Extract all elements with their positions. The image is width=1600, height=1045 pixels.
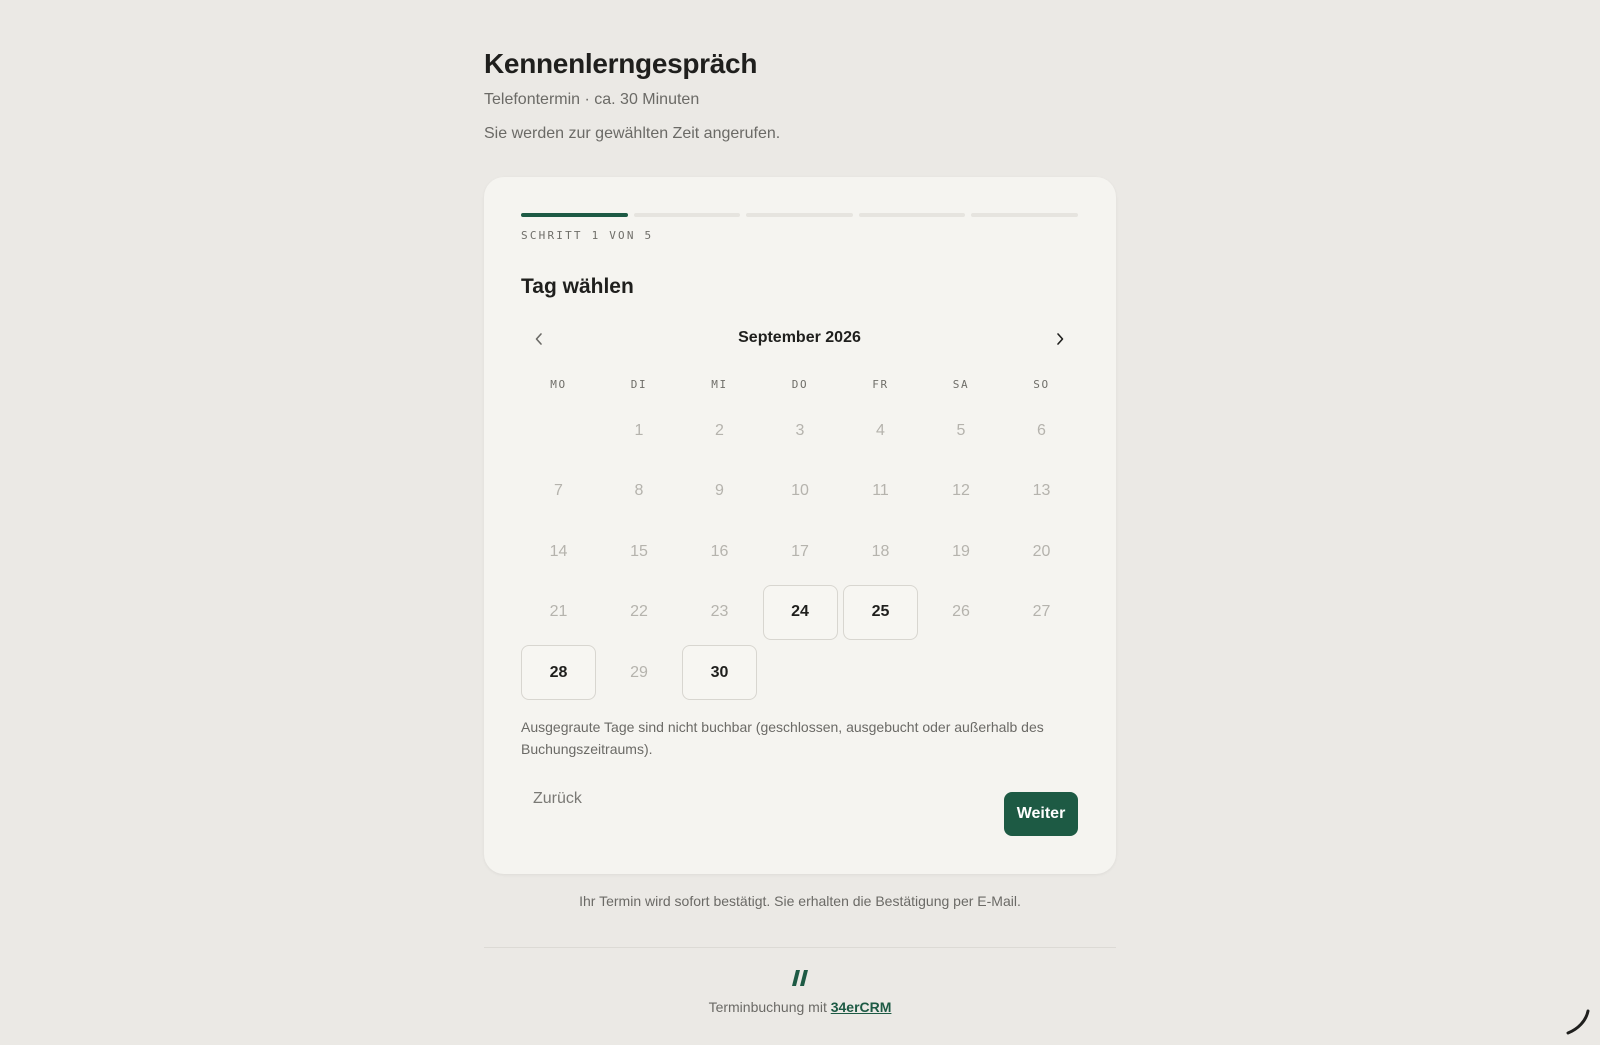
footer-brand-link[interactable]: 34erCRM (831, 999, 892, 1015)
progress-bar (521, 213, 1078, 217)
day-cell-disabled: 23 (710, 603, 729, 620)
day-cell-disabled: 4 (876, 421, 885, 439)
footer-divider (484, 947, 1116, 948)
appointment-meta: Telefontermin · ca. 30 Minuten (484, 91, 700, 108)
progress-segment (521, 213, 628, 217)
calendar-hint: Ausgegraute Tage sind nicht buchbar (ges… (521, 719, 1044, 757)
confirmation-note: Ihr Termin wird sofort bestätigt. Sie er… (579, 893, 1021, 909)
day-cell-disabled: 13 (1032, 482, 1051, 499)
day-cell-disabled: 5 (956, 421, 966, 439)
day-cell-disabled: 14 (549, 542, 568, 560)
day-cell-disabled: 20 (1032, 542, 1051, 560)
next-button[interactable]: Weiter (1004, 792, 1078, 836)
day-cell-available[interactable]: 28 (521, 645, 596, 700)
day-cell-disabled: 11 (872, 482, 889, 499)
day-cell-disabled: 6 (1037, 421, 1046, 439)
appointment-description: Sie werden zur gewählten Zeit angerufen. (484, 125, 781, 142)
progress-segment (633, 213, 741, 217)
day-cell-disabled: 19 (952, 542, 970, 560)
day-cell-disabled: 7 (554, 482, 563, 499)
day-cell-disabled: 29 (630, 663, 648, 681)
weekday-label: SO (1033, 378, 1050, 391)
day-cell-disabled: 17 (791, 542, 809, 560)
page-title: Kennenlerngespräch (484, 48, 758, 79)
weekday-label: DO (791, 378, 809, 391)
day-cell-disabled: 3 (795, 421, 805, 439)
next-month-button[interactable] (1042, 325, 1078, 353)
day-cell-disabled: 10 (791, 482, 809, 499)
day-cell-available[interactable]: 24 (762, 584, 838, 640)
day-cell-disabled: 16 (710, 542, 729, 560)
progress-segment (971, 213, 1078, 217)
day-cell-disabled: 18 (871, 542, 890, 560)
footer-prefix: Terminbuchung mit (708, 999, 827, 1015)
weekday-label: MO (550, 378, 567, 391)
day-cell-disabled: 15 (630, 542, 648, 560)
day-cell-disabled: 27 (1032, 603, 1051, 620)
calendar-grid: 1 2 3 4 5 6 7 8 9 10 11 12 13 14 15 16 17 18 19 20 21 22 23 24 2… (521, 403, 1081, 700)
day-cell-disabled: 21 (549, 603, 568, 620)
progress-segment (746, 213, 853, 217)
section-title: Tag wählen (521, 275, 634, 298)
weekday-label: FR (872, 378, 889, 391)
day-cell-available[interactable]: 30 (682, 645, 757, 700)
day-cell-disabled: 26 (952, 603, 970, 620)
footer-credit: Terminbuchung mit 34erCRM (484, 999, 1116, 1015)
back-button[interactable]: Zurück (521, 781, 594, 817)
booking-card: SCHRITT 1 VON 5 Tag wählen September 202… (484, 177, 1116, 874)
day-cell-disabled: 9 (715, 482, 724, 499)
weekday-header: MO DI MI DO FR SA SO (521, 378, 1081, 391)
day-cell-disabled: 2 (715, 421, 724, 439)
loading-spinner-icon (1566, 1009, 1590, 1035)
chevron-right-icon (1057, 333, 1064, 345)
step-label: SCHRITT 1 VON 5 (521, 229, 654, 242)
weekday-label: MI (711, 378, 728, 391)
day-cell-disabled: 12 (952, 482, 970, 499)
progress-segment (858, 213, 966, 217)
brand-slashes-icon (792, 970, 808, 986)
month-navigation: September 2026 (521, 325, 1078, 353)
day-cell-available[interactable]: 25 (843, 584, 918, 640)
weekday-label: SA (952, 378, 970, 391)
empty-day-cell (521, 403, 596, 458)
day-cell-disabled: 8 (634, 482, 644, 499)
weekday-label: DI (630, 378, 648, 391)
day-cell-disabled: 22 (630, 603, 648, 620)
day-cell-disabled: 1 (634, 421, 644, 439)
month-label: September 2026 (738, 329, 861, 346)
